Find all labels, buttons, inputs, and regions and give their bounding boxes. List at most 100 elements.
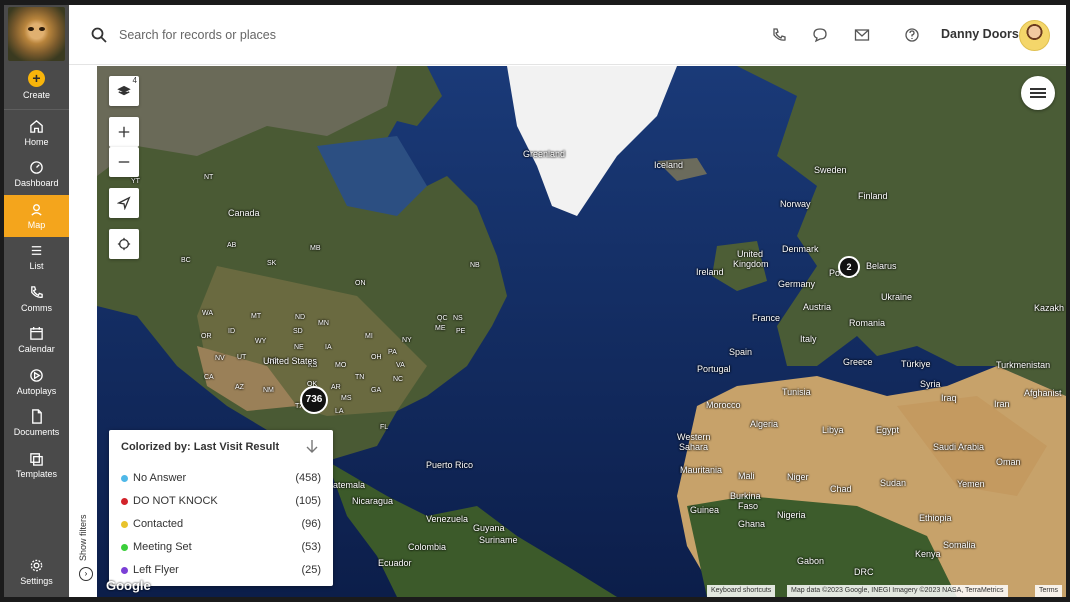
search-input[interactable] (119, 25, 479, 45)
sidebar-item-documents[interactable]: Documents (4, 403, 69, 445)
home-icon (30, 119, 43, 133)
sidebar-item-home[interactable]: Home (4, 112, 69, 154)
legend-count: (96) (301, 518, 321, 530)
map-label: ME (435, 325, 446, 332)
layers-button[interactable]: 4 (109, 76, 139, 106)
create-button[interactable]: + Create (4, 63, 69, 107)
map-label: Greenland (523, 149, 566, 159)
map-label: IA (325, 344, 332, 351)
map-label: OR (201, 333, 212, 340)
legend-row[interactable]: Left Flyer (25) (121, 563, 321, 579)
map-label: Puerto Rico (426, 460, 474, 470)
chat-icon[interactable] (812, 27, 828, 43)
map-label: Colombia (408, 542, 447, 552)
sidebar-item-label: Home (24, 136, 49, 147)
sidebar-item-autoplays[interactable]: Autoplays (4, 361, 69, 403)
legend-row[interactable]: Contacted (96) (121, 517, 321, 533)
map-label: WA (202, 310, 214, 317)
sidebar-item-comms[interactable]: Comms (4, 278, 69, 320)
legend-row[interactable]: Meeting Set (53) (121, 540, 321, 556)
legend-label: No Answer (133, 472, 187, 484)
plus-icon (118, 126, 130, 138)
map-label: Norway (780, 199, 811, 209)
zoom-in-button[interactable] (109, 117, 139, 147)
phone-icon[interactable] (771, 27, 787, 43)
terms-link[interactable]: Terms (1035, 585, 1063, 597)
status-dot (121, 475, 128, 482)
sidebar-item-label: Templates (15, 468, 58, 479)
sidebar-item-templates[interactable]: Templates (4, 444, 69, 486)
map-label: VA (396, 362, 405, 369)
legend-title: Colorized by: Last Visit Result (121, 441, 280, 453)
avatar[interactable] (1019, 20, 1050, 51)
legend-row[interactable]: DO NOT KNOCK (105) (121, 494, 321, 510)
sidebar-item-label: List (29, 261, 44, 272)
map-label: Venezuela (426, 514, 469, 524)
search-icon (91, 27, 107, 43)
cheetah-logo[interactable] (8, 7, 65, 61)
legend-count: (53) (301, 541, 321, 553)
map-label: Finland (858, 191, 888, 201)
map-label: Belarus (866, 261, 897, 271)
list-icon (31, 246, 42, 256)
keyboard-shortcuts-link[interactable]: Keyboard shortcuts (707, 585, 776, 597)
map-label: PE (456, 328, 466, 335)
map-view[interactable]: Greenland Iceland Sweden Finland Norway … (97, 66, 1066, 597)
map-label: Austria (803, 302, 832, 312)
map-menu-button[interactable] (1021, 76, 1055, 110)
map-label: MT (251, 313, 262, 320)
map-label: ID (228, 328, 235, 335)
map-label: Iceland (654, 160, 684, 170)
legend-label: Contacted (133, 518, 184, 530)
map-label: Ghana (738, 519, 766, 529)
map-label: TN (355, 374, 365, 381)
map-label: Greece (843, 357, 873, 367)
status-dot (121, 498, 128, 505)
status-dot (121, 567, 128, 574)
sidebar-item-label: Calendar (18, 344, 55, 355)
map-label: SD (293, 328, 303, 335)
crosshair-icon (117, 237, 131, 251)
map-label: United (737, 249, 764, 259)
locate-me-button[interactable] (109, 229, 139, 259)
legend-row[interactable]: No Answer (458) (121, 471, 321, 487)
map-label: Libya (822, 425, 844, 435)
zoom-out-button[interactable] (109, 147, 139, 177)
sidebar-item-settings[interactable]: Settings (4, 552, 69, 594)
map-label: Spain (729, 347, 753, 357)
map-label: WY (255, 338, 267, 345)
map-label: UT (237, 354, 247, 361)
map-label: NS (453, 315, 463, 322)
sidebar-item-calendar[interactable]: Calendar (4, 320, 69, 362)
sidebar-item-dashboard[interactable]: Dashboard (4, 154, 69, 196)
sidebar-item-list[interactable]: List (4, 237, 69, 279)
map-label: Oman (996, 457, 1021, 467)
map-label: MI (365, 333, 373, 340)
user-name[interactable]: Danny Doors (941, 27, 1019, 41)
map-cluster[interactable]: 2 (838, 256, 860, 278)
help-icon[interactable] (904, 27, 920, 43)
map-label: PA (388, 349, 397, 356)
map-attribution: Map data ©2023 Google, INEGI Imagery ©20… (787, 585, 1008, 597)
arrow-down-icon[interactable] (305, 439, 319, 453)
mail-icon[interactable] (854, 27, 870, 43)
draw-area-button[interactable] (109, 188, 139, 218)
map-label: Iran (994, 399, 1010, 409)
map-label: AZ (235, 384, 244, 391)
map-label: Italy (800, 334, 817, 344)
show-filters-tab[interactable]: Show filters › (78, 505, 94, 593)
hamburger-icon (1030, 86, 1046, 100)
map-label: Suriname (479, 535, 518, 545)
map-label: Egypt (876, 425, 900, 435)
map-label: Burkina (730, 491, 761, 501)
map-label: Faso (738, 501, 759, 511)
map-label: NE (294, 344, 304, 351)
map-label: NM (263, 387, 274, 394)
gear-icon (30, 559, 43, 572)
legend-label: Left Flyer (133, 564, 179, 576)
sidebar-item-map[interactable]: Map (4, 195, 69, 237)
map-label: Sahara (679, 442, 709, 452)
map-cluster[interactable]: 736 (300, 386, 328, 414)
map-label: Morocco (706, 400, 741, 410)
top-bar: Danny Doors (69, 5, 1066, 65)
